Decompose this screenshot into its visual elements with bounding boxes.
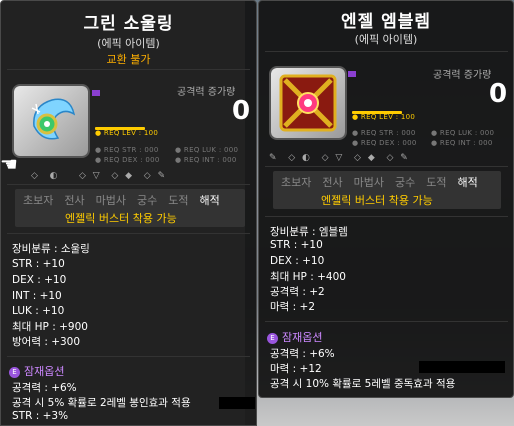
stat-dex: DEX : +10 bbox=[12, 274, 67, 286]
soul-ring-icon[interactable] bbox=[14, 86, 88, 156]
epic-potential-badge-icon: E bbox=[267, 332, 278, 344]
stat-category: 장비분류 : 엠블렘 bbox=[270, 226, 348, 238]
job-magician: 마법사 bbox=[95, 194, 126, 207]
job-magician: 마법사 bbox=[353, 176, 384, 189]
stat-max-hp: 최대 HP : +400 bbox=[270, 271, 346, 283]
stat-str: STR : +10 bbox=[270, 239, 323, 251]
req-dex: ● REQ DEX : 000 bbox=[352, 139, 417, 147]
stat-luk: LUK : +10 bbox=[12, 305, 65, 317]
req-int: ● REQ INT : 000 bbox=[175, 156, 237, 164]
equip-property-icons: ✎ ◇ ◐ ◇ ▽ ◇ ◆ ◇ ✎ bbox=[269, 153, 410, 163]
job-warrior: 전사 bbox=[64, 194, 85, 207]
potential-line-2: 공격 시 5% 확률로 2레벨 봉인효과 적용 bbox=[12, 397, 191, 409]
stat-dex: DEX : +10 bbox=[270, 255, 325, 267]
job-list: 초보자 전사 마법사 궁수 도적 해적 bbox=[281, 174, 489, 190]
item-rarity: (에픽 아이템) bbox=[97, 37, 160, 50]
job-beginner: 초보자 bbox=[281, 176, 312, 189]
divider bbox=[265, 166, 508, 167]
epic-potential-badge-icon: E bbox=[9, 366, 20, 378]
epic-grade-flag bbox=[348, 71, 356, 77]
divider bbox=[7, 356, 250, 357]
req-luk: ● REQ LUK : 000 bbox=[431, 129, 495, 137]
stat-max-hp: 최대 HP : +900 bbox=[12, 321, 88, 333]
req-dex: ● REQ DEX : 000 bbox=[95, 156, 160, 164]
potential-line-1: 공격력 : +6% bbox=[12, 382, 77, 394]
angel-emblem-icon[interactable] bbox=[271, 68, 345, 138]
stat-str: STR : +10 bbox=[12, 258, 65, 270]
potential-header: E 잠재옵션 bbox=[267, 329, 322, 345]
item-tooltip-soul-ring: 그린 소울링 (에픽 아이템) 교환 불가 공격력 증가량 0 ● REQ LE… bbox=[0, 0, 257, 426]
job-thief: 도적 bbox=[426, 176, 447, 189]
potential-title: 잠재옵션 bbox=[24, 365, 65, 378]
req-str: ● REQ STR : 000 bbox=[352, 129, 416, 137]
potential-line-3: STR : +3% bbox=[12, 410, 69, 422]
job-bowman: 궁수 bbox=[137, 194, 158, 207]
req-int: ● REQ INT : 000 bbox=[431, 139, 493, 147]
req-level: ● REQ LEV : 100 bbox=[95, 129, 159, 137]
divider bbox=[265, 51, 508, 52]
angelic-buster-note: 엔젤릭 버스터 착용 가능 bbox=[65, 212, 177, 225]
epic-grade-flag bbox=[92, 90, 100, 96]
item-title: 그린 소울링 bbox=[83, 14, 174, 34]
item-tooltip-emblem: 엔젤 엠블렘 (에픽 아이템) 공격력 증가량 0 ● REQ LEV : 10… bbox=[258, 0, 514, 398]
stat-magic: 마력 : +2 bbox=[270, 301, 316, 313]
job-pirate: 해적 bbox=[199, 194, 220, 207]
req-luk: ● REQ LUK : 000 bbox=[175, 146, 239, 154]
divider bbox=[265, 321, 508, 322]
stat-category: 장비분류 : 소울링 bbox=[12, 243, 90, 255]
job-warrior: 전사 bbox=[322, 176, 343, 189]
potential-header: E 잠재옵션 bbox=[9, 363, 64, 379]
divider bbox=[265, 216, 508, 217]
attack-increase-label: 공격력 증가량 bbox=[177, 87, 236, 98]
potential-line-1: 공격력 : +6% bbox=[270, 348, 335, 360]
trade-status: 교환 불가 bbox=[106, 53, 151, 66]
potential-line-2: 마력 : +12 bbox=[270, 363, 322, 375]
item-title: 엔젤 엠블렘 bbox=[340, 12, 432, 32]
divider bbox=[7, 69, 250, 70]
stat-int: INT : +10 bbox=[12, 290, 62, 302]
redacted-area bbox=[419, 361, 505, 373]
job-beginner: 초보자 bbox=[23, 194, 54, 207]
angelic-buster-note: 엔젤릭 버스터 착용 가능 bbox=[321, 194, 433, 207]
equip-property-icons: ◇ ◐ ◇ ▽ ◇ ◆ ◇ ✎ bbox=[31, 171, 168, 181]
req-level: ● REQ LEV : 100 bbox=[352, 113, 416, 121]
item-rarity: (에픽 아이템) bbox=[354, 33, 418, 46]
attack-increase-value: 0 bbox=[232, 96, 251, 126]
job-bowman: 궁수 bbox=[395, 176, 416, 189]
stat-defense: 방어력 : +300 bbox=[12, 336, 81, 348]
potential-title: 잠재옵션 bbox=[282, 331, 323, 344]
redacted-area bbox=[219, 397, 255, 409]
hand-cursor-icon: ☚ bbox=[0, 152, 18, 176]
job-pirate: 해적 bbox=[457, 176, 478, 189]
stat-attack: 공격력 : +2 bbox=[270, 286, 325, 298]
divider bbox=[7, 233, 250, 234]
job-thief: 도적 bbox=[168, 194, 189, 207]
divider bbox=[7, 184, 250, 185]
req-str: ● REQ STR : 000 bbox=[95, 146, 159, 154]
attack-increase-value: 0 bbox=[489, 79, 508, 109]
job-list: 초보자 전사 마법사 궁수 도적 해적 bbox=[23, 192, 231, 208]
potential-line-3: 공격 시 10% 확률로 5레벨 중독효과 적용 bbox=[270, 378, 456, 390]
attack-increase-label: 공격력 증가량 bbox=[433, 70, 492, 81]
